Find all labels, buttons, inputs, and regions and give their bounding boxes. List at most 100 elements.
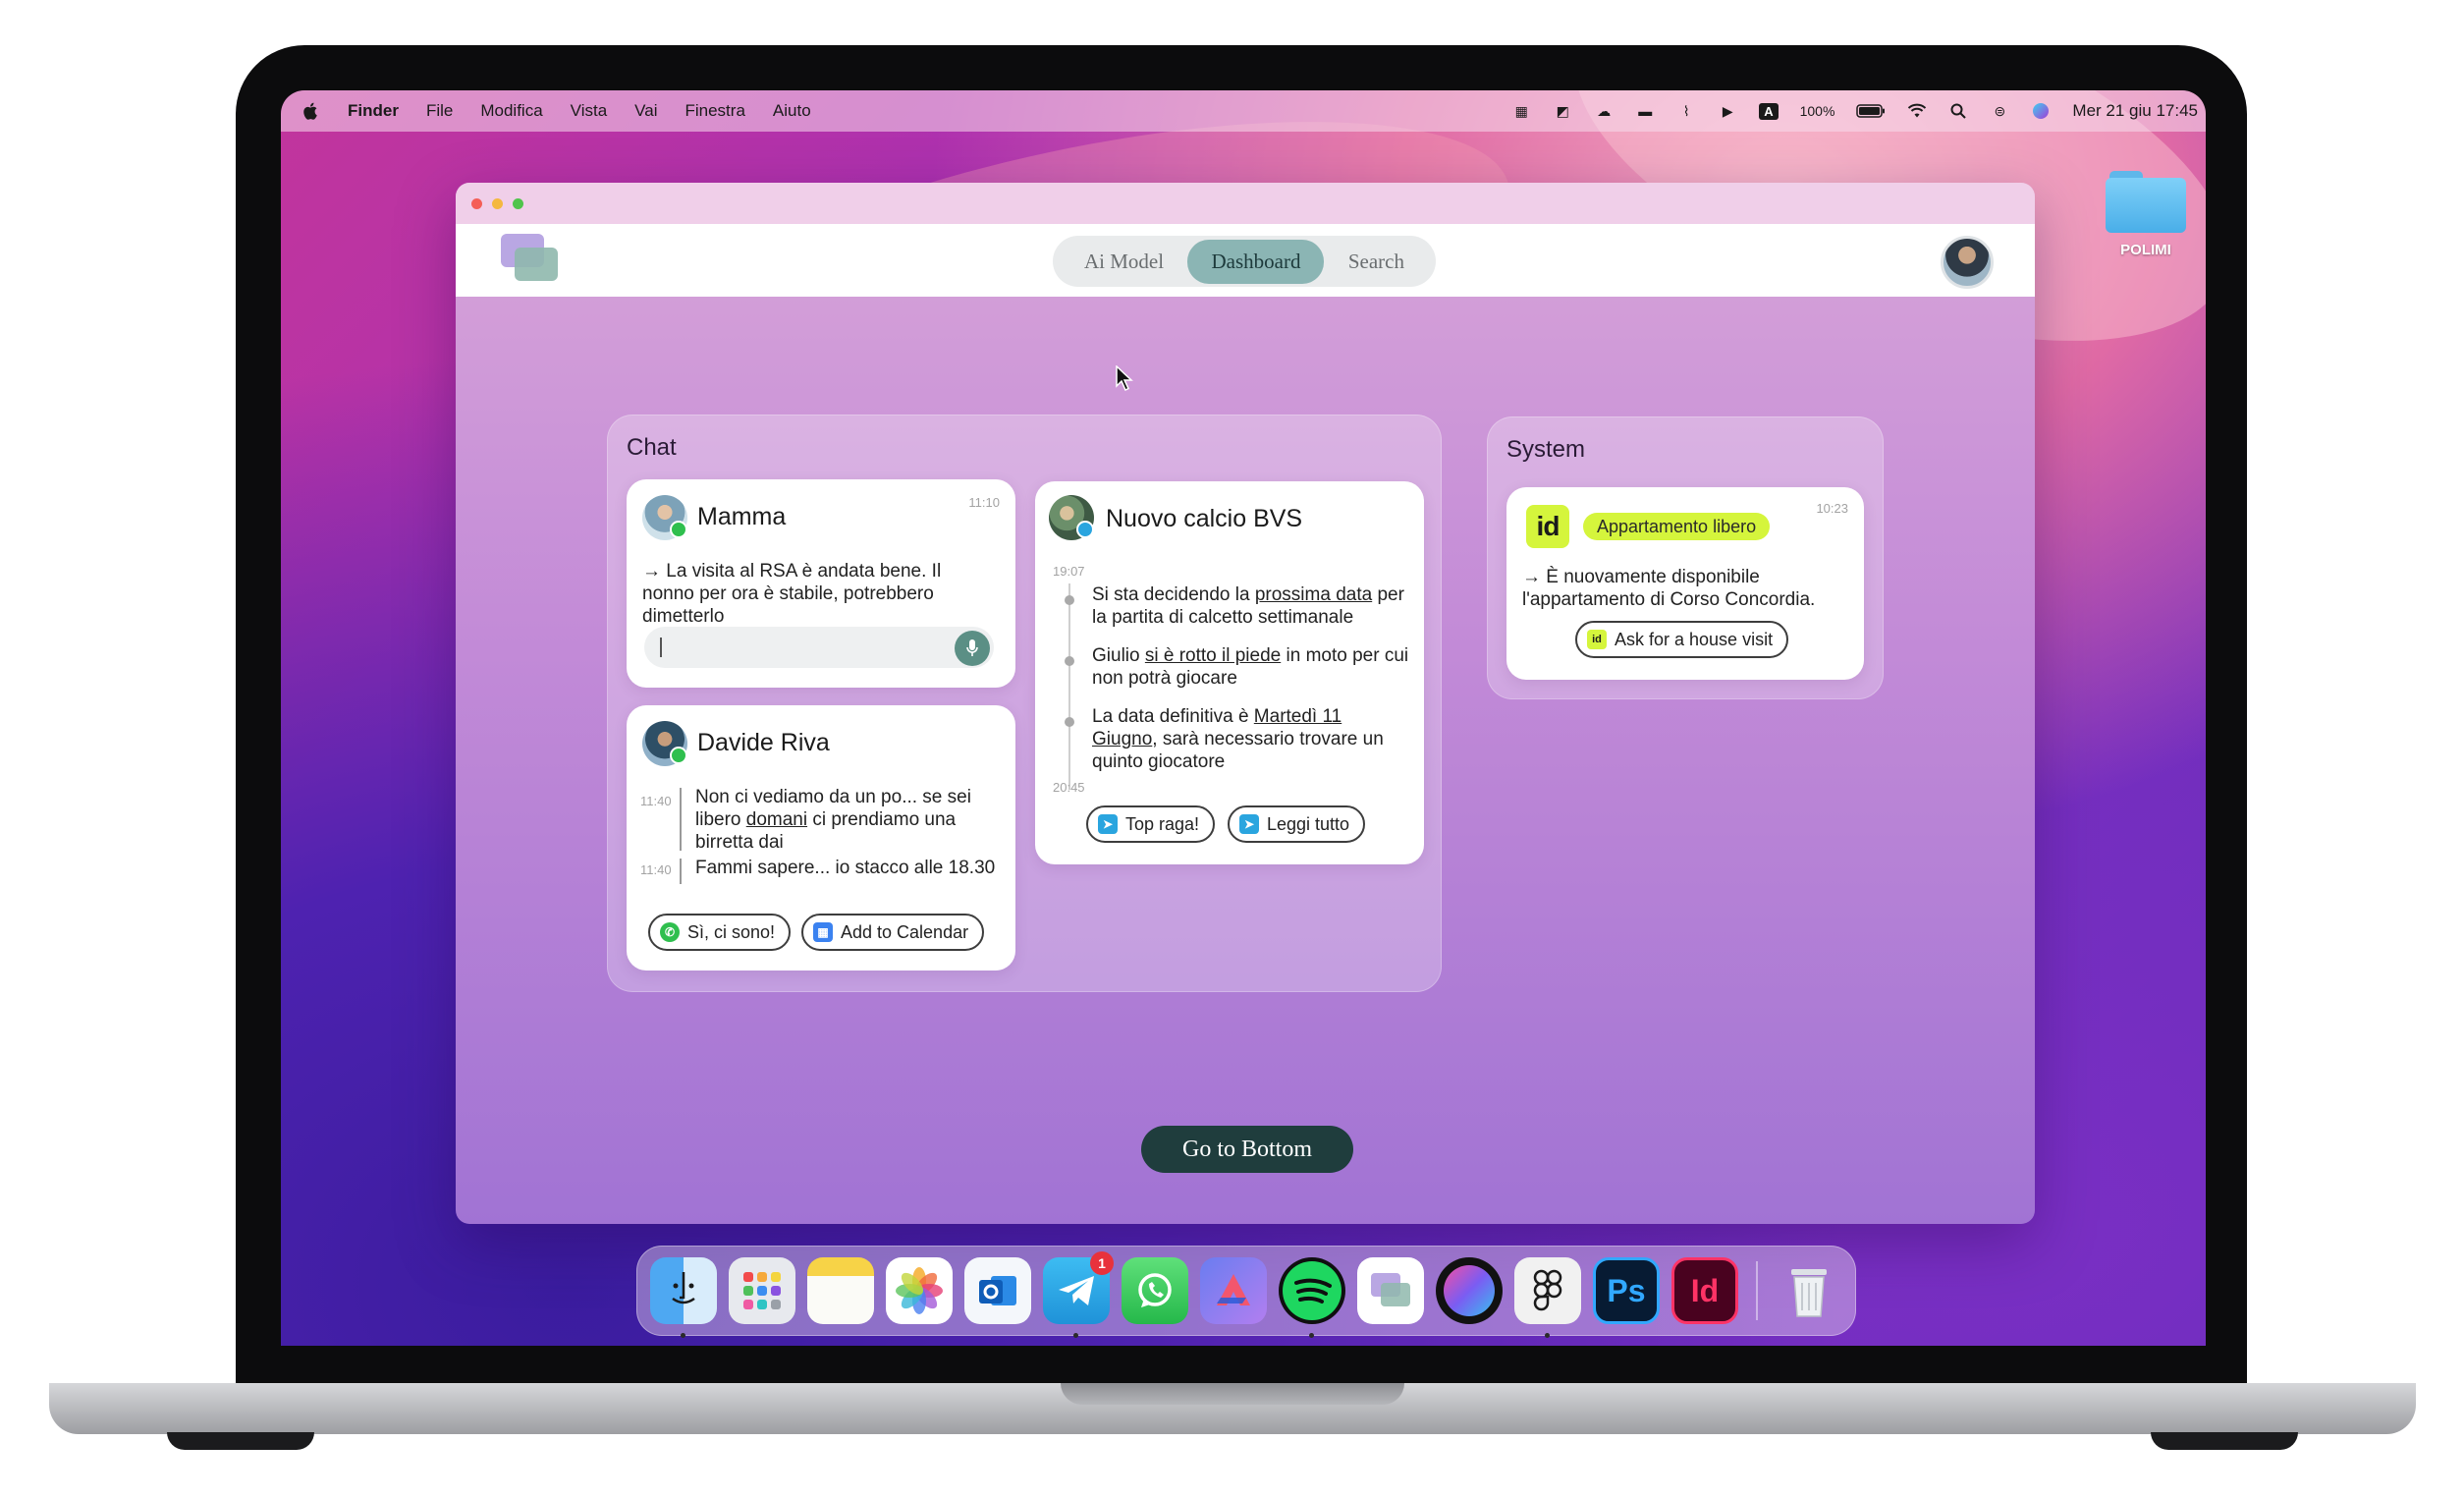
input-source-icon[interactable]: A bbox=[1759, 102, 1779, 120]
tab-search[interactable]: Search bbox=[1325, 240, 1428, 284]
highlighted-link[interactable]: si è rotto il piede bbox=[1145, 645, 1281, 666]
indesign-icon[interactable]: Id bbox=[1671, 1257, 1738, 1324]
outlook-icon[interactable] bbox=[964, 1257, 1031, 1324]
laptop-foot-left bbox=[167, 1432, 314, 1450]
user-avatar[interactable] bbox=[1941, 236, 1994, 289]
whatsapp-icon: ✆ bbox=[660, 922, 680, 942]
desktop-folder-polimi[interactable]: POLIMI bbox=[2102, 171, 2190, 258]
chat-card-group[interactable]: Nuovo calcio BVS 19:07 Si sta decidendo … bbox=[1035, 481, 1424, 864]
menu-vai[interactable]: Vai bbox=[634, 101, 657, 121]
system-message: → È nuovamente disponibile l'appartament… bbox=[1522, 567, 1816, 610]
telegram-icon: ➤ bbox=[1239, 814, 1259, 834]
menu-file[interactable]: File bbox=[426, 101, 453, 121]
whatsapp-badge-icon bbox=[670, 747, 687, 764]
message-time: 11:40 bbox=[640, 862, 672, 877]
battery-icon[interactable] bbox=[1856, 102, 1886, 120]
affinity-icon[interactable] bbox=[1200, 1257, 1267, 1324]
minimize-window-button[interactable] bbox=[492, 197, 503, 209]
summary-item: La data definitiva è Martedì 11 Giugno, … bbox=[1092, 706, 1384, 772]
read-all-button[interactable]: ➤ Leggi tutto bbox=[1228, 805, 1366, 843]
spotify-icon[interactable] bbox=[1279, 1257, 1345, 1338]
menu-aiuto[interactable]: Aiuto bbox=[773, 101, 811, 121]
control-center-icon[interactable]: ⊜ bbox=[1990, 102, 2009, 120]
button-label: Top raga! bbox=[1125, 813, 1200, 834]
siri-icon[interactable] bbox=[2031, 102, 2051, 120]
reply-input[interactable] bbox=[644, 627, 994, 668]
message-preview: → La visita al RSA è andata bene. Il non… bbox=[642, 561, 942, 627]
thread-start-time: 19:07 bbox=[1053, 564, 1085, 579]
microphone-icon[interactable] bbox=[955, 631, 990, 666]
battery-percent: 100% bbox=[1799, 103, 1835, 119]
photoshop-icon[interactable]: Ps bbox=[1593, 1257, 1660, 1324]
play-icon[interactable]: ▶ bbox=[1718, 102, 1737, 120]
figma-tray-icon[interactable]: ▦ bbox=[1511, 102, 1531, 120]
highlighted-link[interactable]: prossima data bbox=[1255, 584, 1372, 605]
go-to-bottom-button[interactable]: Go to Bottom bbox=[1141, 1126, 1353, 1173]
menubar-clock[interactable]: Mer 21 giu 17:45 bbox=[2072, 101, 2198, 121]
calendar-icon: ▦ bbox=[813, 922, 833, 942]
system-card[interactable]: id Appartamento libero 10:23 → È nuovame… bbox=[1506, 487, 1864, 680]
folder-label: POLIMI bbox=[2120, 242, 2171, 258]
status-tag: Appartamento libero bbox=[1583, 513, 1771, 540]
wifi-icon[interactable] bbox=[1907, 102, 1927, 120]
chat-card-mamma[interactable]: Mamma 11:10 → La visita al RSA è andata … bbox=[627, 479, 1015, 688]
group-name: Nuovo calcio BVS bbox=[1106, 505, 1303, 532]
whatsapp-icon[interactable] bbox=[1122, 1257, 1188, 1324]
tab-ai-model[interactable]: Ai Model bbox=[1061, 240, 1187, 284]
dock-separator bbox=[1756, 1261, 1758, 1320]
idealista-logo-icon: id bbox=[1526, 505, 1569, 548]
thread-end-time: 20:45 bbox=[1053, 780, 1085, 795]
nav-tabs: Ai Model Dashboard Search bbox=[1053, 236, 1436, 287]
message-time: 11:10 bbox=[968, 495, 1000, 510]
whatsapp-badge-icon bbox=[670, 521, 687, 538]
figma-icon[interactable] bbox=[1514, 1257, 1581, 1338]
notes-icon[interactable] bbox=[807, 1257, 874, 1324]
display-icon[interactable]: ▬ bbox=[1635, 102, 1655, 120]
airpods-icon[interactable]: ⌇ bbox=[1676, 102, 1696, 120]
menu-vista[interactable]: Vista bbox=[571, 101, 608, 121]
message-text: Fammi sapere... io stacco alle 18.30 bbox=[695, 858, 996, 878]
photos-icon[interactable] bbox=[886, 1257, 953, 1324]
laptop-notch bbox=[1061, 1383, 1404, 1405]
trash-icon[interactable] bbox=[1776, 1257, 1842, 1324]
telegram-badge-icon bbox=[1076, 521, 1094, 538]
message-text: Non ci vediamo da un po... se sei libero… bbox=[695, 787, 971, 853]
ask-house-visit-button[interactable]: id Ask for a house visit bbox=[1575, 621, 1789, 658]
reply-top-raga-button[interactable]: ➤ Top raga! bbox=[1086, 805, 1216, 843]
laptop-foot-right bbox=[2151, 1432, 2298, 1450]
launchpad-icon[interactable] bbox=[729, 1257, 795, 1324]
button-label: Ask for a house visit bbox=[1615, 629, 1774, 649]
tab-dashboard[interactable]: Dashboard bbox=[1187, 239, 1325, 284]
cursor-tray-icon[interactable]: ◩ bbox=[1553, 102, 1572, 120]
apple-icon[interactable] bbox=[302, 101, 320, 121]
summary-item: Giulio si è rotto il piede in moto per c… bbox=[1092, 645, 1409, 689]
chat-panel-title: Chat bbox=[627, 434, 677, 461]
dashboard-app-icon[interactable] bbox=[1357, 1257, 1424, 1324]
folder-icon bbox=[2106, 171, 2186, 233]
finder-icon[interactable] bbox=[650, 1257, 717, 1338]
chat-card-davide[interactable]: Davide Riva 11:40 Non ci vediamo da un p… bbox=[627, 705, 1015, 971]
menu-app-finder[interactable]: Finder bbox=[348, 101, 399, 121]
timeline-line bbox=[1068, 583, 1070, 790]
highlighted-link[interactable]: domani bbox=[746, 809, 807, 830]
menu-modifica[interactable]: Modifica bbox=[480, 101, 542, 121]
menu-finestra[interactable]: Finestra bbox=[684, 101, 744, 121]
contact-name: Mamma bbox=[697, 503, 787, 530]
zoom-window-button[interactable] bbox=[513, 197, 523, 209]
message-time: 10:23 bbox=[1816, 501, 1848, 516]
close-window-button[interactable] bbox=[471, 197, 482, 209]
app-window: Ai Model Dashboard Search Chat Mamma 11:… bbox=[456, 183, 2035, 1224]
chat-panel: Chat Mamma 11:10 → La visita al RSA è an… bbox=[607, 415, 1442, 992]
spotlight-search-icon[interactable] bbox=[1948, 102, 1968, 120]
desktop-screen: Finder File Modifica Vista Vai Finestra … bbox=[281, 90, 2206, 1346]
system-panel: System id Appartamento libero 10:23 → È … bbox=[1487, 416, 1884, 699]
app-header: Ai Model Dashboard Search bbox=[456, 224, 2035, 297]
creative-cloud-icon[interactable]: ☁ bbox=[1594, 102, 1614, 120]
app-logo-icon[interactable] bbox=[501, 234, 558, 281]
timeline-dot bbox=[1065, 595, 1074, 605]
telegram-icon[interactable]: 1 bbox=[1043, 1251, 1114, 1338]
notification-badge: 1 bbox=[1090, 1251, 1114, 1275]
reply-yes-button[interactable]: ✆ Sì, ci sono! bbox=[648, 914, 792, 951]
arc-browser-icon[interactable] bbox=[1436, 1257, 1503, 1324]
add-to-calendar-button[interactable]: ▦ Add to Calendar bbox=[801, 914, 985, 951]
